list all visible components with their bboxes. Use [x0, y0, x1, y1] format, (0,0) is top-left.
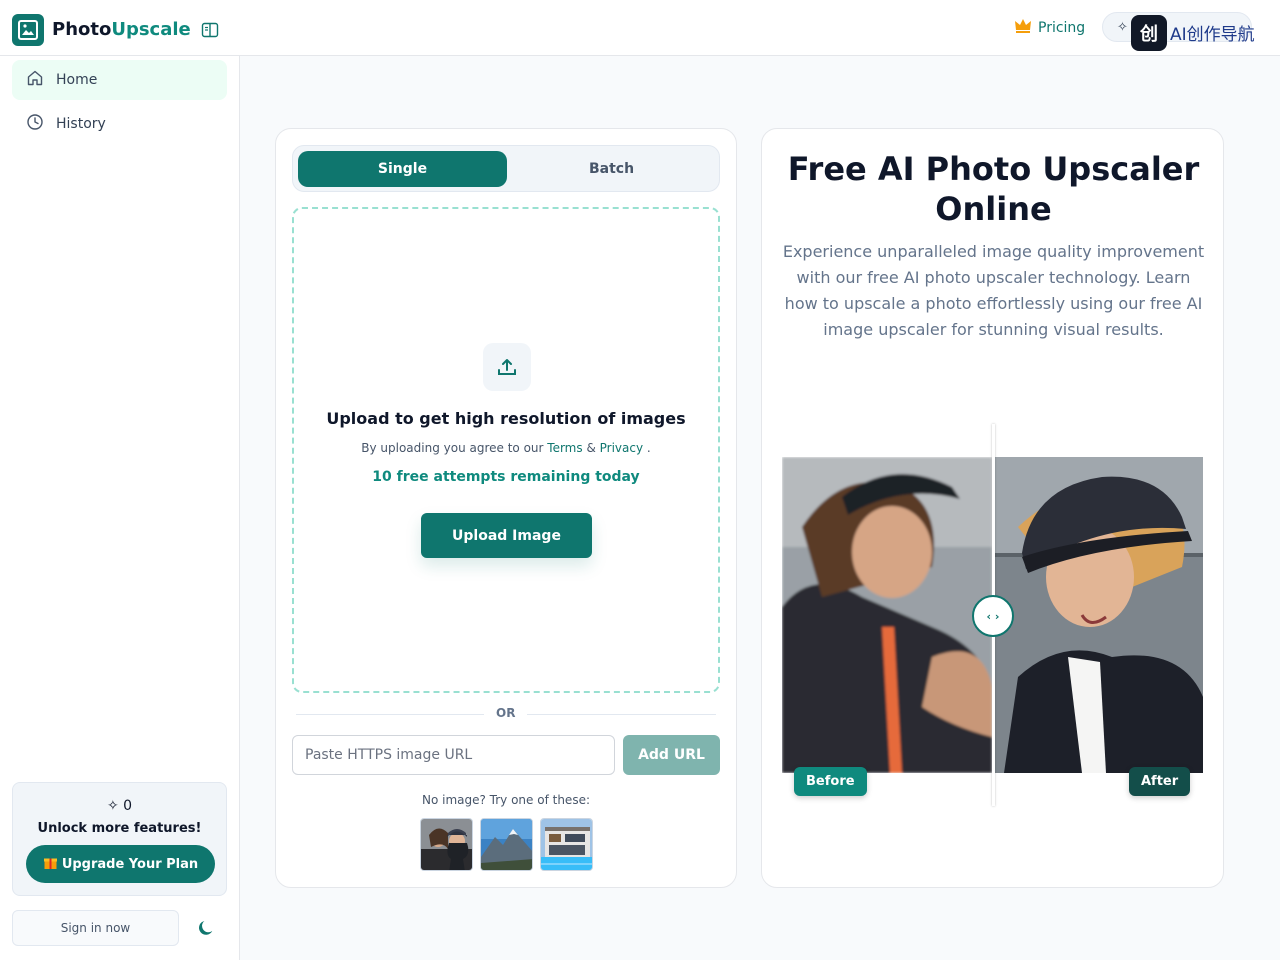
- upgrade-plan-button[interactable]: Upgrade Your Plan: [26, 845, 215, 883]
- sidebar-item-label: Home: [56, 72, 98, 88]
- after-label: After: [1129, 767, 1191, 796]
- sidebar-item-home[interactable]: Home: [12, 60, 227, 100]
- sidebar-toggle-icon[interactable]: [201, 21, 219, 39]
- unlock-features-text: Unlock more features!: [37, 821, 202, 836]
- free-attempts-text: 10 free attempts remaining today: [372, 469, 640, 485]
- tab-batch[interactable]: Batch: [507, 151, 716, 187]
- brand-name-part1: Photo: [52, 19, 112, 40]
- image-dropzone[interactable]: Upload to get high resolution of images …: [292, 207, 720, 693]
- hero-subtitle: Experience unparalleled image quality im…: [782, 242, 1205, 339]
- moon-icon[interactable]: [197, 918, 217, 938]
- upload-image-button[interactable]: Upload Image: [421, 513, 592, 558]
- page-title: Free AI Photo Upscaler Online: [787, 150, 1200, 228]
- upload-card: Single Batch Upload to get high resoluti…: [275, 128, 737, 888]
- gift-icon: [43, 855, 58, 874]
- overlay-app-icon[interactable]: 创: [1131, 15, 1167, 51]
- terms-link[interactable]: Terms: [547, 441, 582, 455]
- pricing-link[interactable]: Pricing: [1014, 18, 1085, 38]
- photoupscale-logo-icon[interactable]: [12, 14, 44, 46]
- sample-image-portrait[interactable]: [420, 818, 473, 871]
- sample-image-mountain[interactable]: [480, 818, 533, 871]
- terms-notice: By uploading you agree to our Terms & Pr…: [361, 441, 651, 455]
- credits-count: ✧ 0: [106, 798, 133, 814]
- upgrade-plan-label: Upgrade Your Plan: [61, 856, 199, 872]
- home-icon: [26, 69, 44, 91]
- brand-name[interactable]: PhotoUpscale: [52, 19, 191, 41]
- pricing-label: Pricing: [1038, 20, 1086, 36]
- crown-icon: [1014, 18, 1032, 38]
- sidebar-item-history[interactable]: History: [12, 104, 227, 144]
- dropzone-title: Upload to get high resolution of images: [326, 409, 686, 428]
- sign-in-button[interactable]: Sign in now: [12, 910, 179, 946]
- top-header: PhotoUpscale Pricing ✧ 创 AI创作导航: [0, 0, 1280, 56]
- clock-icon: [26, 113, 44, 135]
- sample-image-house[interactable]: [540, 818, 593, 871]
- or-label: OR: [484, 706, 528, 720]
- sparkle-icon: ✧: [106, 798, 119, 814]
- privacy-link[interactable]: Privacy: [600, 441, 643, 455]
- before-label: Before: [794, 767, 867, 796]
- comparison-slider-handle-icon[interactable]: ‹ ›: [972, 595, 1014, 637]
- overlay-label[interactable]: AI创作导航: [1170, 20, 1255, 45]
- sample-images-label: No image? Try one of these:: [421, 793, 590, 807]
- tab-single[interactable]: Single: [298, 151, 507, 187]
- upgrade-promo-card: ✧ 0 Unlock more features! Upgrade Your P…: [12, 782, 227, 896]
- sidebar: Home History ✧ 0 Unlock more features! U…: [0, 56, 240, 960]
- add-url-button[interactable]: Add URL: [623, 735, 720, 775]
- upload-icon: [483, 343, 531, 391]
- sparkle-icon: ✧: [1117, 20, 1128, 35]
- brand-name-part2: Upscale: [111, 19, 191, 40]
- hero-card: Free AI Photo Upscaler Online Experience…: [761, 128, 1224, 888]
- sidebar-item-label: History: [56, 116, 106, 132]
- image-url-input[interactable]: [292, 735, 615, 775]
- mode-toggle: Single Batch: [292, 145, 720, 192]
